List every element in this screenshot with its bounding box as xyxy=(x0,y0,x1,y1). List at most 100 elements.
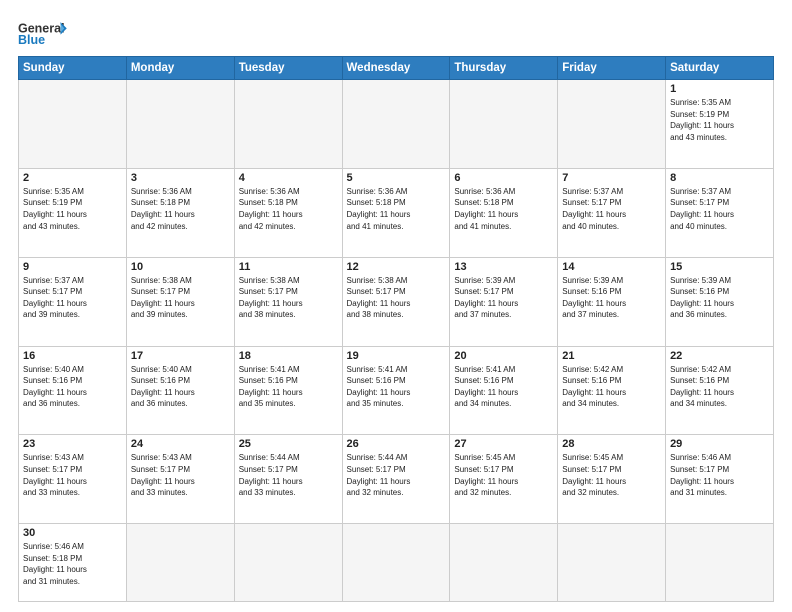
day-cell: 22Sunrise: 5:42 AM Sunset: 5:16 PM Dayli… xyxy=(666,346,774,435)
day-number: 28 xyxy=(562,438,661,450)
day-number: 7 xyxy=(562,172,661,184)
day-info: Sunrise: 5:39 AM Sunset: 5:16 PM Dayligh… xyxy=(562,275,661,321)
col-header-wednesday: Wednesday xyxy=(342,57,450,80)
svg-text:Blue: Blue xyxy=(18,33,45,47)
day-number: 27 xyxy=(454,438,553,450)
day-info: Sunrise: 5:46 AM Sunset: 5:17 PM Dayligh… xyxy=(670,452,769,498)
day-info: Sunrise: 5:44 AM Sunset: 5:17 PM Dayligh… xyxy=(347,452,446,498)
day-info: Sunrise: 5:42 AM Sunset: 5:16 PM Dayligh… xyxy=(562,364,661,410)
day-number: 16 xyxy=(23,350,122,362)
day-number: 6 xyxy=(454,172,553,184)
day-info: Sunrise: 5:36 AM Sunset: 5:18 PM Dayligh… xyxy=(239,186,338,232)
day-cell: 18Sunrise: 5:41 AM Sunset: 5:16 PM Dayli… xyxy=(234,346,342,435)
day-cell: 28 Sunrise: 5:45 AM Sunset: 5:17 PM Dayli… xyxy=(558,435,666,524)
day-cell: 13 Sunrise: 5:39 AM Sunset: 5:17 PM Dayli… xyxy=(450,257,558,346)
day-info: Sunrise: 5:45 AM Sunset: 5:17 PM Dayligh… xyxy=(454,452,553,498)
day-info: Sunrise: 5:36 AM Sunset: 5:18 PM Dayligh… xyxy=(454,186,553,232)
day-info: Sunrise: 5:45 AM Sunset: 5:17 PM Dayligh… xyxy=(562,452,661,498)
col-header-sunday: Sunday xyxy=(19,57,127,80)
logo-icon: General Blue xyxy=(18,18,68,48)
day-number: 21 xyxy=(562,350,661,362)
day-info: Sunrise: 5:40 AM Sunset: 5:16 PM Dayligh… xyxy=(131,364,230,410)
day-number: 1 xyxy=(670,83,769,95)
day-info: Sunrise: 5:41 AM Sunset: 5:16 PM Dayligh… xyxy=(454,364,553,410)
day-cell xyxy=(558,524,666,602)
day-info: Sunrise: 5:43 AM Sunset: 5:17 PM Dayligh… xyxy=(23,452,122,498)
day-cell xyxy=(19,80,127,169)
day-number: 13 xyxy=(454,261,553,273)
logo: General Blue xyxy=(18,18,68,48)
week-row-4: 23Sunrise: 5:43 AM Sunset: 5:17 PM Dayli… xyxy=(19,435,774,524)
day-number: 26 xyxy=(347,438,446,450)
day-cell: 17 Sunrise: 5:40 AM Sunset: 5:16 PM Dayli… xyxy=(126,346,234,435)
day-cell: 29 Sunrise: 5:46 AM Sunset: 5:17 PM Dayli… xyxy=(666,435,774,524)
day-info: Sunrise: 5:38 AM Sunset: 5:17 PM Dayligh… xyxy=(239,275,338,321)
day-number: 20 xyxy=(454,350,553,362)
day-cell: 19 Sunrise: 5:41 AM Sunset: 5:16 PM Dayli… xyxy=(342,346,450,435)
day-number: 17 xyxy=(131,350,230,362)
week-row-1: 2Sunrise: 5:35 AM Sunset: 5:19 PM Daylig… xyxy=(19,168,774,257)
day-number: 3 xyxy=(131,172,230,184)
day-cell: 23Sunrise: 5:43 AM Sunset: 5:17 PM Dayli… xyxy=(19,435,127,524)
day-info: Sunrise: 5:38 AM Sunset: 5:17 PM Dayligh… xyxy=(347,275,446,321)
day-number: 29 xyxy=(670,438,769,450)
day-cell: 12Sunrise: 5:38 AM Sunset: 5:17 PM Dayli… xyxy=(342,257,450,346)
day-cell: 16 Sunrise: 5:40 AM Sunset: 5:16 PM Dayli… xyxy=(19,346,127,435)
day-info: Sunrise: 5:44 AM Sunset: 5:17 PM Dayligh… xyxy=(239,452,338,498)
day-cell: 11 Sunrise: 5:38 AM Sunset: 5:17 PM Dayli… xyxy=(234,257,342,346)
day-info: Sunrise: 5:35 AM Sunset: 5:19 PM Dayligh… xyxy=(670,97,769,143)
day-number: 25 xyxy=(239,438,338,450)
day-info: Sunrise: 5:37 AM Sunset: 5:17 PM Dayligh… xyxy=(562,186,661,232)
day-number: 19 xyxy=(347,350,446,362)
calendar-header-row: SundayMondayTuesdayWednesdayThursdayFrid… xyxy=(19,57,774,80)
day-number: 4 xyxy=(239,172,338,184)
day-info: Sunrise: 5:41 AM Sunset: 5:16 PM Dayligh… xyxy=(239,364,338,410)
day-cell: 24Sunrise: 5:43 AM Sunset: 5:17 PM Dayli… xyxy=(126,435,234,524)
day-cell: 15Sunrise: 5:39 AM Sunset: 5:16 PM Dayli… xyxy=(666,257,774,346)
day-cell: 9 Sunrise: 5:37 AM Sunset: 5:17 PM Daylig… xyxy=(19,257,127,346)
day-number: 11 xyxy=(239,261,338,273)
day-cell xyxy=(342,80,450,169)
day-info: Sunrise: 5:43 AM Sunset: 5:17 PM Dayligh… xyxy=(131,452,230,498)
day-info: Sunrise: 5:37 AM Sunset: 5:17 PM Dayligh… xyxy=(670,186,769,232)
day-cell xyxy=(126,80,234,169)
day-info: Sunrise: 5:39 AM Sunset: 5:16 PM Dayligh… xyxy=(670,275,769,321)
day-cell xyxy=(450,524,558,602)
header: General Blue xyxy=(18,18,774,48)
week-row-5: 30Sunrise: 5:46 AM Sunset: 5:18 PM Dayli… xyxy=(19,524,774,602)
day-info: Sunrise: 5:42 AM Sunset: 5:16 PM Dayligh… xyxy=(670,364,769,410)
day-number: 10 xyxy=(131,261,230,273)
day-cell xyxy=(234,524,342,602)
day-cell: 5Sunrise: 5:36 AM Sunset: 5:18 PM Daylig… xyxy=(342,168,450,257)
day-info: Sunrise: 5:36 AM Sunset: 5:18 PM Dayligh… xyxy=(131,186,230,232)
day-cell: 8 Sunrise: 5:37 AM Sunset: 5:17 PM Daylig… xyxy=(666,168,774,257)
day-cell: 2Sunrise: 5:35 AM Sunset: 5:19 PM Daylig… xyxy=(19,168,127,257)
day-cell: 21 Sunrise: 5:42 AM Sunset: 5:16 PM Dayli… xyxy=(558,346,666,435)
day-number: 9 xyxy=(23,261,122,273)
col-header-friday: Friday xyxy=(558,57,666,80)
day-cell: 6 Sunrise: 5:36 AM Sunset: 5:18 PM Daylig… xyxy=(450,168,558,257)
day-cell xyxy=(126,524,234,602)
day-cell: 3 Sunrise: 5:36 AM Sunset: 5:18 PM Daylig… xyxy=(126,168,234,257)
day-info: Sunrise: 5:39 AM Sunset: 5:17 PM Dayligh… xyxy=(454,275,553,321)
day-cell: 25 Sunrise: 5:44 AM Sunset: 5:17 PM Dayli… xyxy=(234,435,342,524)
day-cell xyxy=(234,80,342,169)
day-cell: 10Sunrise: 5:38 AM Sunset: 5:17 PM Dayli… xyxy=(126,257,234,346)
col-header-saturday: Saturday xyxy=(666,57,774,80)
day-number: 14 xyxy=(562,261,661,273)
day-number: 5 xyxy=(347,172,446,184)
day-number: 8 xyxy=(670,172,769,184)
day-cell: 14 Sunrise: 5:39 AM Sunset: 5:16 PM Dayli… xyxy=(558,257,666,346)
day-cell: 1 Sunrise: 5:35 AM Sunset: 5:19 PM Daylig… xyxy=(666,80,774,169)
week-row-3: 16 Sunrise: 5:40 AM Sunset: 5:16 PM Dayli… xyxy=(19,346,774,435)
day-info: Sunrise: 5:40 AM Sunset: 5:16 PM Dayligh… xyxy=(23,364,122,410)
calendar-table: SundayMondayTuesdayWednesdayThursdayFrid… xyxy=(18,56,774,602)
day-cell: 4 Sunrise: 5:36 AM Sunset: 5:18 PM Daylig… xyxy=(234,168,342,257)
day-info: Sunrise: 5:41 AM Sunset: 5:16 PM Dayligh… xyxy=(347,364,446,410)
week-row-0: 1 Sunrise: 5:35 AM Sunset: 5:19 PM Daylig… xyxy=(19,80,774,169)
day-info: Sunrise: 5:46 AM Sunset: 5:18 PM Dayligh… xyxy=(23,541,122,587)
day-cell: 27 Sunrise: 5:45 AM Sunset: 5:17 PM Dayli… xyxy=(450,435,558,524)
day-info: Sunrise: 5:37 AM Sunset: 5:17 PM Dayligh… xyxy=(23,275,122,321)
day-cell xyxy=(558,80,666,169)
day-info: Sunrise: 5:35 AM Sunset: 5:19 PM Dayligh… xyxy=(23,186,122,232)
